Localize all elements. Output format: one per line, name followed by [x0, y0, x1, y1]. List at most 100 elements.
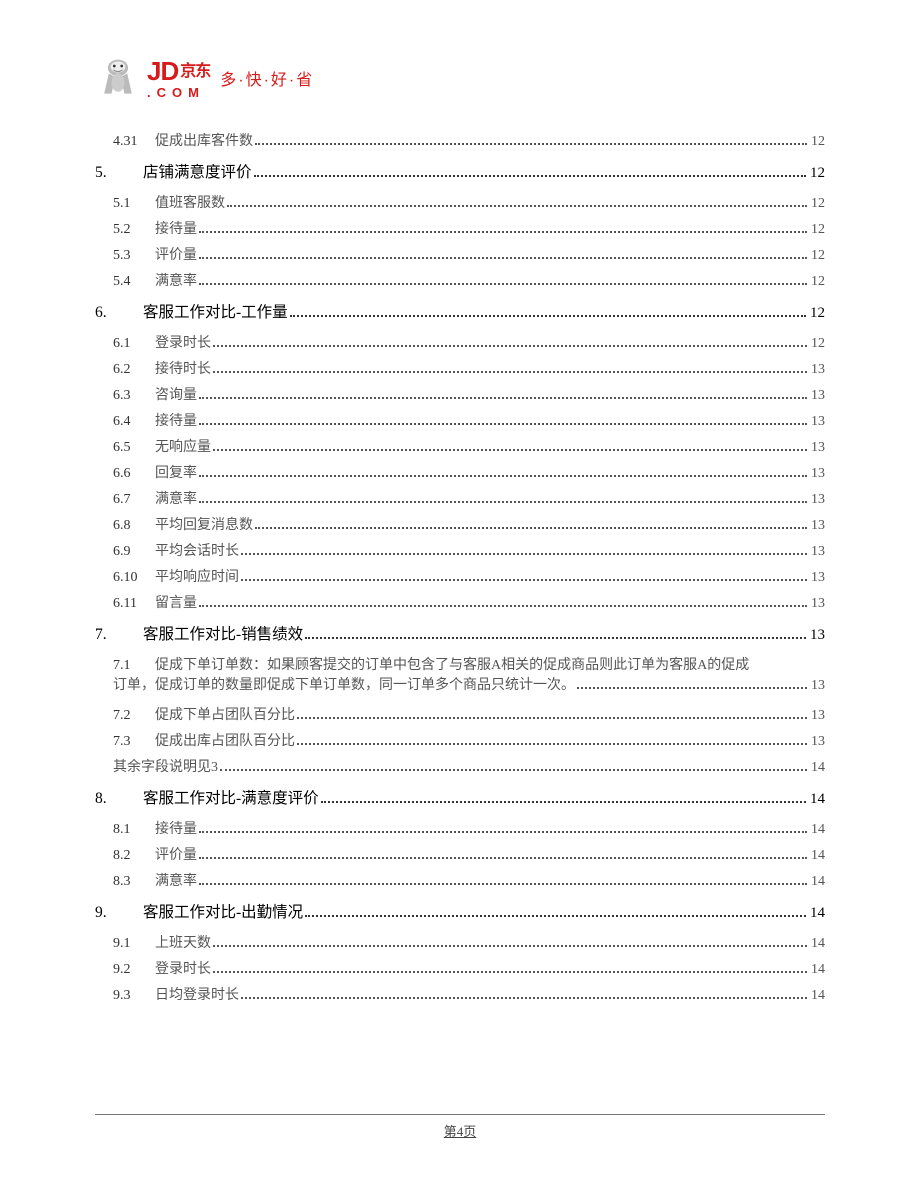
toc-title: 平均回复消息数: [155, 519, 253, 533]
toc-leader-dots: [213, 371, 807, 373]
toc-title: 接待量: [155, 223, 197, 237]
toc-number: 8.2: [113, 849, 155, 863]
toc-title: 客服工作对比-满意度评价: [143, 791, 319, 807]
toc-entry: 6.7满意率 13: [95, 487, 825, 513]
toc-page: 12: [811, 337, 825, 351]
toc-section: 9.客服工作对比-出勤情况 14: [95, 895, 825, 931]
toc-page: 12: [811, 249, 825, 263]
toc-leader-dots: [199, 831, 807, 833]
toc-leader-dots: [213, 971, 807, 973]
toc-leader-dots: [577, 687, 807, 689]
toc-title: 平均会话时长: [155, 545, 239, 559]
toc-entry: 5.2接待量 12: [95, 217, 825, 243]
toc-page: 13: [811, 363, 825, 377]
toc-leader-dots: [305, 915, 806, 917]
toc-number: 9.3: [113, 989, 155, 1003]
toc-page: 14: [810, 906, 825, 921]
toc-page: 13: [811, 467, 825, 481]
toc-leader-dots: [227, 205, 807, 207]
toc-section: 8.客服工作对比-满意度评价14: [95, 781, 825, 817]
toc-leader-dots: [199, 397, 807, 399]
toc-number: 6.10: [113, 571, 155, 585]
toc-page: 14: [810, 792, 825, 807]
toc-entry: 5.4满意率 12: [95, 269, 825, 295]
toc-page: 14: [811, 937, 825, 951]
page-number: 第4页: [444, 1124, 477, 1139]
toc-number: 5.1: [113, 197, 155, 211]
toc-title: 客服工作对比-工作量: [143, 305, 288, 321]
toc-page: 12: [811, 223, 825, 237]
toc-title: 促成出库占团队百分比: [155, 735, 295, 749]
toc-number: 6.6: [113, 467, 155, 481]
toc-title: 客服工作对比-出勤情况: [143, 905, 303, 921]
toc-page: 13: [811, 519, 825, 533]
toc-entry: 4.31促成出库客件数12: [95, 129, 825, 155]
toc-title: 值班客服数: [155, 197, 225, 211]
toc-number: 6.1: [113, 337, 155, 351]
toc-page: 12: [810, 166, 825, 181]
toc-page: 14: [811, 849, 825, 863]
toc-page: 14: [811, 761, 825, 775]
toc-number: 5.2: [113, 223, 155, 237]
toc-title: 上班天数: [155, 937, 211, 951]
toc-title: 满意率: [155, 275, 197, 289]
toc-number: 6.7: [113, 493, 155, 507]
toc-title: 接待量: [155, 415, 197, 429]
toc-page: 12: [811, 135, 825, 149]
toc-title-cont: 订单，促成订单的数量即促成下单订单数，同一订单多个商品只统计一次。: [113, 675, 575, 697]
toc-number: 7.3: [113, 735, 155, 749]
toc-entry: 9.2登录时长14: [95, 957, 825, 983]
toc-title: 促成出库客件数: [155, 135, 253, 149]
toc-leader-dots: [255, 527, 807, 529]
toc-number: 8.1: [113, 823, 155, 837]
toc-entry: 8.3满意率14: [95, 869, 825, 895]
toc-entry: 6.3咨询量13: [95, 383, 825, 409]
toc-page: 13: [811, 709, 825, 723]
toc-entry: 6.9平均会话时长13: [95, 539, 825, 565]
toc-title: 评价量: [155, 249, 197, 263]
toc-leader-dots: [199, 231, 807, 233]
toc-entry: 6.8平均回复消息数13: [95, 513, 825, 539]
toc-page: 13: [811, 493, 825, 507]
toc-number: 6.2: [113, 363, 155, 377]
toc-entry: 6.5无响应量13: [95, 435, 825, 461]
toc-title: 满意率: [155, 493, 197, 507]
logo-cn: 京东: [180, 63, 210, 80]
toc-section: 6.客服工作对比-工作量12: [95, 295, 825, 331]
toc-entry: 7.3促成出库占团队百分比13: [95, 729, 825, 755]
toc-number: 9.2: [113, 963, 155, 977]
toc-page: 14: [811, 875, 825, 889]
toc-number: 6.: [95, 305, 143, 321]
toc-number: 7.2: [113, 709, 155, 723]
toc-number: 6.5: [113, 441, 155, 455]
table-of-contents: 4.31促成出库客件数125.店铺满意度评价125.1值班客服数125.2接待量…: [95, 129, 825, 1009]
logo-slogan: 多·快·好·省: [220, 66, 314, 90]
toc-number: 5.4: [113, 275, 155, 289]
toc-title: 促成下单订单数：如果顾客提交的订单中包含了与客服A相关的促成商品则此订单为客服A…: [155, 659, 749, 673]
footer-divider: [95, 1114, 825, 1115]
toc-number: 6.9: [113, 545, 155, 559]
toc-entry: 8.2评价量14: [95, 843, 825, 869]
toc-entry: 6.4接待量13: [95, 409, 825, 435]
toc-title: 其余字段说明见3: [113, 761, 218, 775]
toc-number: 6.3: [113, 389, 155, 403]
toc-page: 13: [811, 571, 825, 585]
toc-page: 13: [810, 628, 825, 643]
toc-title: 回复率: [155, 467, 197, 481]
toc-leader-dots: [220, 769, 807, 771]
toc-title: 留言量: [155, 597, 197, 611]
toc-entry: 6.1登录时长 12: [95, 331, 825, 357]
toc-leader-dots: [297, 743, 807, 745]
toc-page: 13: [811, 415, 825, 429]
toc-leader-dots: [305, 637, 806, 639]
toc-page: 12: [811, 275, 825, 289]
toc-number: 9.: [95, 905, 143, 921]
toc-leader-dots: [254, 175, 806, 177]
toc-leader-dots: [290, 315, 806, 317]
toc-page: 13: [811, 441, 825, 455]
toc-leader-dots: [213, 945, 807, 947]
logo-dotcom: .COM: [147, 86, 210, 99]
toc-title: 登录时长: [155, 337, 211, 351]
toc-leader-dots: [199, 257, 807, 259]
logo-jd: JD: [147, 56, 178, 86]
